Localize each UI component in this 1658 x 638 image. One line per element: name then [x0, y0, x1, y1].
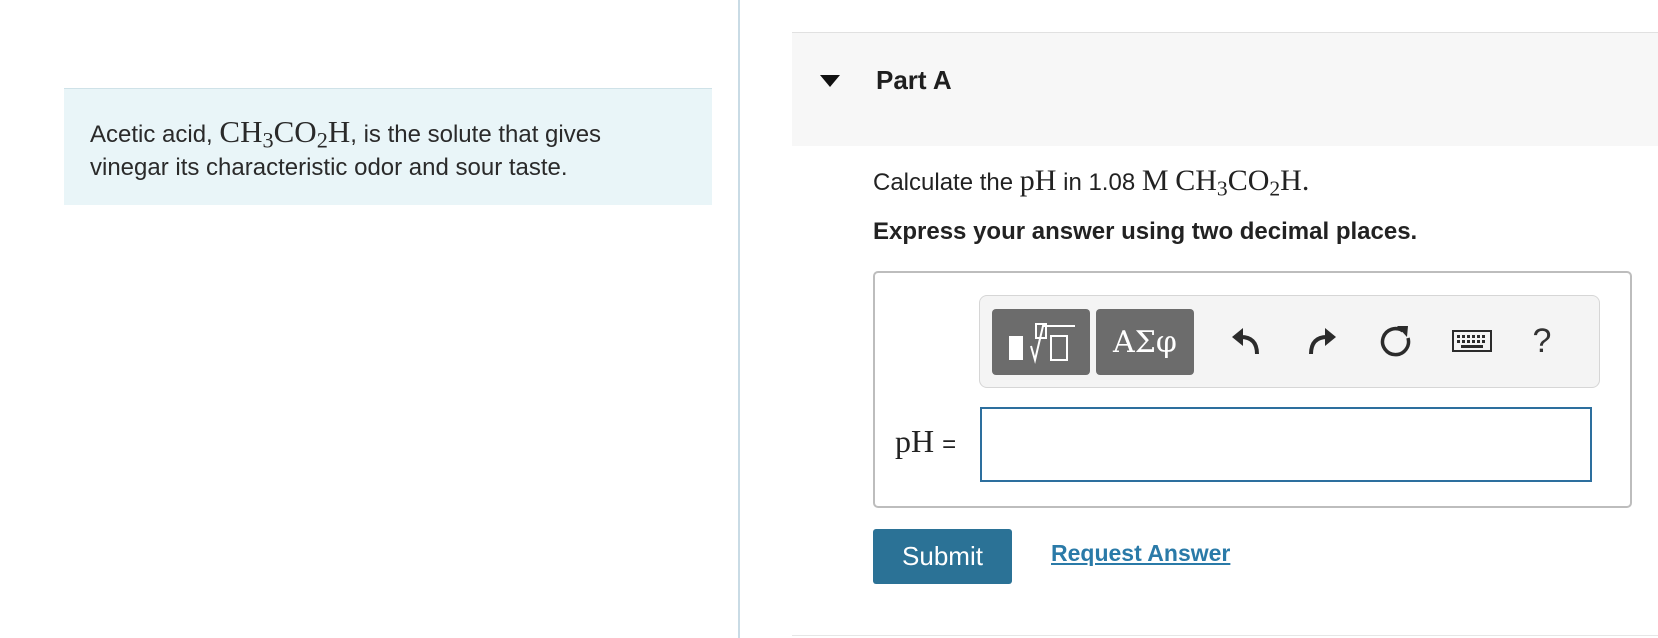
question-formula: CH3CO2H [1175, 164, 1302, 201]
part-header[interactable]: Part A [792, 32, 1658, 146]
part-title: Part A [876, 65, 952, 95]
ph-label: pH = [895, 423, 957, 459]
help-icon[interactable]: ? [1520, 318, 1564, 364]
greek-symbols-button[interactable]: ΑΣφ [1096, 309, 1194, 375]
intro-prefix: Acetic acid, [90, 121, 220, 148]
acetic-acid-formula: CH3CO2H [219, 114, 351, 153]
keyboard-icon[interactable] [1450, 318, 1494, 364]
undo-icon[interactable] [1224, 318, 1268, 364]
request-answer-link[interactable]: Request Answer [1051, 540, 1230, 567]
answer-box: ΑΣφ ? pH = [873, 271, 1632, 508]
reset-icon[interactable] [1374, 318, 1418, 364]
question-text: Calculate the pH in 1.08 M CH3CO2H. [873, 164, 1310, 201]
collapse-caret-icon[interactable] [820, 75, 840, 87]
pane-divider [738, 0, 740, 638]
math-toolbar: ΑΣφ ? [979, 295, 1600, 388]
sqrt-template-icon [1009, 323, 1075, 364]
submit-button[interactable]: Submit [873, 529, 1012, 584]
instruction-text: Express your answer using two decimal pl… [873, 218, 1418, 245]
ph-answer-input[interactable] [980, 407, 1592, 482]
templates-button[interactable] [992, 309, 1090, 375]
left-pane: Acetic acid, CH3CO2H, is the solute that… [0, 0, 738, 638]
bottom-divider [792, 635, 1658, 636]
intro-text: Acetic acid, CH3CO2H, is the solute that… [64, 88, 712, 205]
redo-icon[interactable] [1300, 318, 1344, 364]
